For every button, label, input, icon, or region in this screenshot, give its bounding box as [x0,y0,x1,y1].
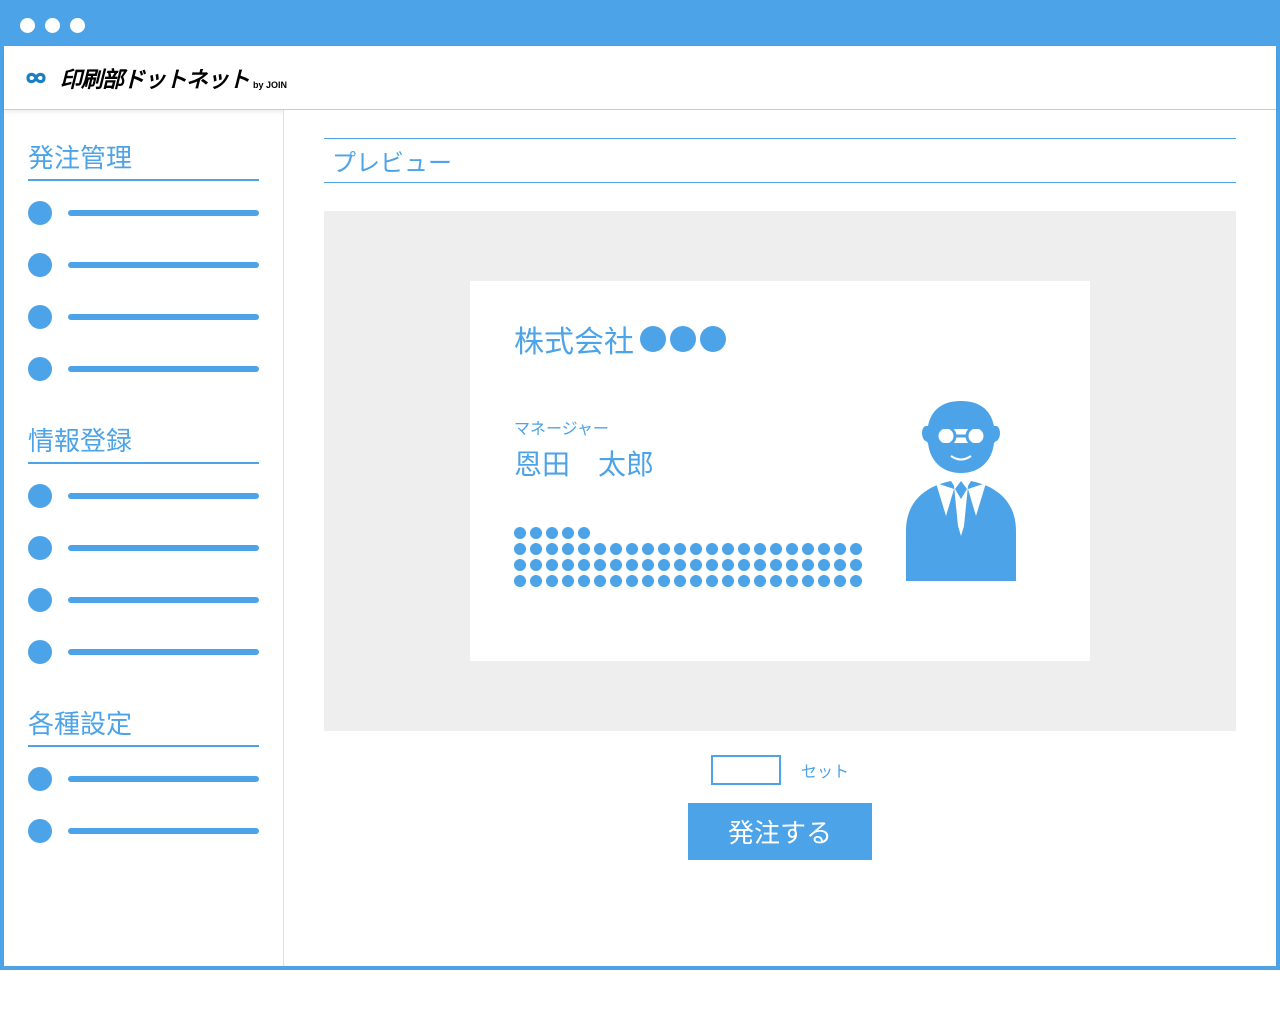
order-quantity-row: セット [324,755,1236,785]
bullet-icon [28,484,52,508]
preview-area: 株式会社 マネージャー 恩田 太郎 [324,211,1236,731]
company-placeholder-icon [640,326,726,352]
placeholder-line [68,649,259,655]
placeholder-line [68,262,259,268]
app-header: 印刷部ドットネット by JOIN [4,46,1276,110]
window-titlebar [4,4,1276,46]
brand-logo[interactable]: 印刷部ドットネット by JOIN [20,62,287,94]
sidebar-item[interactable] [28,536,259,560]
bullet-icon [28,640,52,664]
sidebar-title-register: 情報登録 [28,421,259,464]
quantity-input[interactable] [711,755,781,785]
business-card: 株式会社 マネージャー 恩田 太郎 [470,281,1090,661]
bullet-icon [28,305,52,329]
sidebar-item[interactable] [28,819,259,843]
window-control-dot[interactable] [70,18,85,33]
sidebar-item[interactable] [28,484,259,508]
company-name: 株式会社 [514,317,1046,361]
sidebar-section-orders: 発注管理 [28,138,259,381]
placeholder-line [68,493,259,499]
bullet-icon [28,536,52,560]
sidebar-title-settings: 各種設定 [28,704,259,747]
order-button[interactable]: 発注する [688,803,872,860]
sidebar-item[interactable] [28,305,259,329]
preview-title: プレビュー [324,138,1236,183]
sidebar-item[interactable] [28,640,259,664]
brand-subtitle: by JOIN [253,80,287,90]
placeholder-line [68,828,259,834]
placeholder-line [68,210,259,216]
sidebar-item[interactable] [28,201,259,225]
bullet-icon [28,767,52,791]
sidebar-item[interactable] [28,588,259,612]
sidebar: 発注管理 情報登録 各種設定 [4,110,284,966]
company-prefix: 株式会社 [514,317,634,361]
placeholder-line [68,545,259,551]
sidebar-title-orders: 発注管理 [28,138,259,181]
sidebar-item[interactable] [28,767,259,791]
brand-name: 印刷部ドットネット [60,62,249,94]
main-panel: プレビュー 株式会社 マネージャー 恩田 太郎 [284,110,1276,966]
person-avatar-icon [876,381,1046,581]
sidebar-section-register: 情報登録 [28,421,259,664]
set-label: セット [801,758,849,782]
app-window: 印刷部ドットネット by JOIN 発注管理 情報登録 各種設定 [0,0,1280,970]
bullet-icon [28,253,52,277]
sidebar-item[interactable] [28,357,259,381]
bullet-icon [28,819,52,843]
sidebar-item[interactable] [28,253,259,277]
infinity-icon [20,62,52,94]
content-area: 発注管理 情報登録 各種設定 プレビュー [4,110,1276,966]
placeholder-line [68,366,259,372]
bullet-icon [28,201,52,225]
sidebar-section-settings: 各種設定 [28,704,259,843]
window-control-dot[interactable] [20,18,35,33]
placeholder-line [68,776,259,782]
bullet-icon [28,357,52,381]
bullet-icon [28,588,52,612]
placeholder-line [68,314,259,320]
window-control-dot[interactable] [45,18,60,33]
placeholder-line [68,597,259,603]
